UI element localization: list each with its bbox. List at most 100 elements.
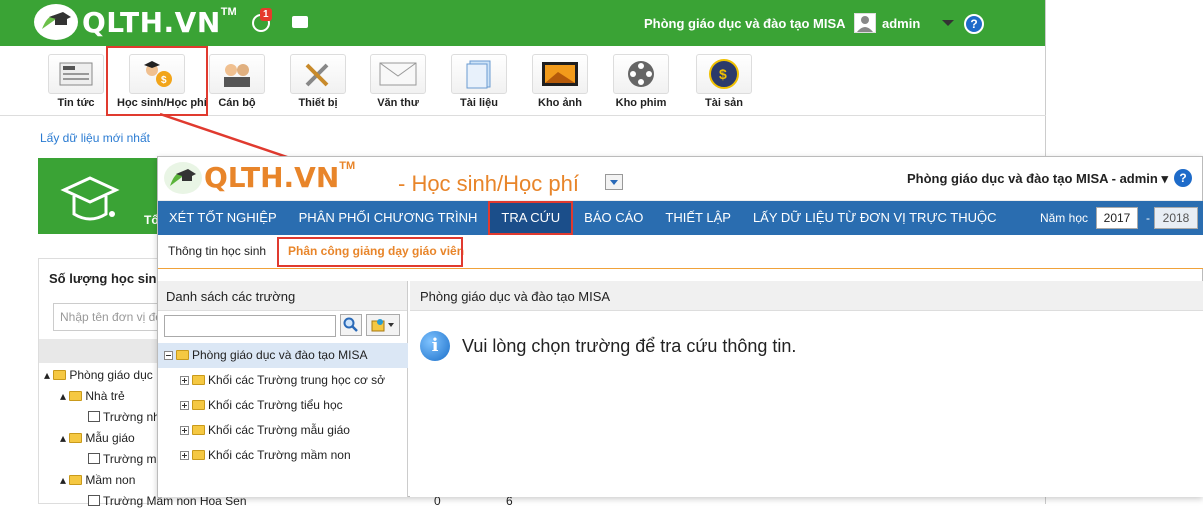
module-staff[interactable]: Cán bộ	[197, 54, 277, 109]
search-button[interactable]	[340, 314, 362, 336]
dashboard-tile[interactable]	[38, 158, 158, 234]
school-icon	[88, 411, 100, 422]
school-icon	[88, 453, 100, 464]
tree-node[interactable]: ▴ Nhà trẻ	[60, 389, 125, 403]
photo-icon	[542, 62, 578, 86]
org-user-menu[interactable]: Phòng giáo dục và đào tạo MISA - admin ▾	[907, 171, 1168, 187]
school-year-to-field: 2018	[1154, 207, 1198, 229]
folder-icon	[69, 433, 83, 443]
tree-node[interactable]: Khối các Trường tiểu học	[158, 393, 408, 418]
graduation-cap-icon	[60, 176, 120, 221]
tree-node-root[interactable]: Phòng giáo dục và đào tạo MISA	[158, 343, 408, 368]
trademark: TM	[339, 159, 356, 172]
tab-student-info[interactable]: Thông tin học sinh	[168, 244, 266, 258]
module-mail[interactable]: Văn thư	[358, 54, 438, 109]
logo-text: QLTH.VN	[82, 5, 221, 39]
graduation-cap-logo-icon	[34, 4, 78, 40]
expand-icon[interactable]	[180, 376, 189, 385]
folder-icon	[69, 391, 83, 401]
module-photos[interactable]: Kho ảnh	[520, 54, 600, 109]
folder-icon	[53, 370, 67, 380]
subtab-highlight-box	[277, 237, 463, 267]
filter-dropdown-button[interactable]	[366, 314, 400, 336]
module-header: QLTH.VN TM - Học sinh/Học phí Phòng giáo…	[158, 157, 1202, 201]
expand-icon[interactable]	[180, 426, 189, 435]
user-menu-caret-icon[interactable]	[942, 20, 954, 26]
tools-icon	[305, 63, 329, 87]
module-assets[interactable]: $ Tài sản	[684, 54, 764, 109]
tree-node[interactable]: Trường mẫ	[88, 452, 163, 466]
search-icon	[343, 317, 358, 332]
folder-icon	[192, 425, 205, 435]
lookup-content-panel: Phòng giáo dục và đào tạo MISA i Vui lòn…	[410, 281, 1203, 497]
trademark: TM	[220, 6, 237, 18]
app-logo[interactable]: QLTH.VN TM	[164, 159, 356, 194]
school-icon	[88, 495, 100, 506]
school-filter-icon	[371, 319, 394, 332]
help-icon[interactable]: ?	[1174, 169, 1192, 187]
year-separator: -	[1146, 211, 1150, 225]
nav-curriculum[interactable]: PHÂN PHỐI CHƯƠNG TRÌNH	[288, 201, 489, 235]
folder-icon	[176, 350, 189, 360]
panel-header-row	[39, 339, 159, 363]
tree-node[interactable]: Khối các Trường mẫu giáo	[158, 418, 408, 443]
selected-unit-title: Phòng giáo dục và đào tạo MISA	[410, 281, 1203, 311]
mail-icon	[379, 62, 417, 86]
info-message-text: Vui lòng chọn trường để tra cứu thông ti…	[462, 335, 797, 356]
nav-lookup[interactable]: TRA CỨU	[488, 201, 574, 235]
expand-icon[interactable]	[180, 401, 189, 410]
school-list-panel: Danh sách các trường Phòng giáo dục và đ…	[158, 281, 408, 497]
module-equipment[interactable]: Thiết bị	[278, 54, 358, 109]
tree-node[interactable]: ▴ Phòng giáo dục	[44, 368, 153, 382]
nav-reports[interactable]: BÁO CÁO	[573, 201, 654, 235]
nav-settings[interactable]: THIẾT LẬP	[654, 201, 742, 235]
org-name: Phòng giáo dục và đào tạo MISA	[644, 16, 846, 31]
asset-icon: $	[709, 59, 739, 89]
school-tree: Phòng giáo dục và đào tạo MISA Khối các …	[158, 343, 408, 468]
tree-node[interactable]: ▴ Mẫu giáo	[60, 431, 135, 445]
logo-text: QLTH.VN	[204, 161, 340, 194]
refresh-data-link[interactable]: Lấy dữ liệu mới nhất	[40, 131, 150, 145]
info-icon: i	[420, 331, 450, 361]
svg-text:$: $	[719, 66, 727, 82]
module-films[interactable]: Kho phim	[601, 54, 681, 109]
unit-search-input[interactable]: Nhập tên đơn vị để	[53, 303, 163, 331]
film-reel-icon	[628, 61, 654, 87]
avatar[interactable]	[854, 13, 876, 33]
folder-icon	[192, 375, 205, 385]
nav-fetch-data[interactable]: LẤY DỮ LIỆU TỪ ĐƠN VỊ TRỰC THUỘC	[742, 201, 1008, 235]
school-year-label: Năm học	[1039, 211, 1088, 225]
module-highlight-box	[106, 46, 208, 116]
tree-node[interactable]: Trường nh	[88, 410, 160, 424]
school-search-input[interactable]	[164, 315, 336, 337]
collapse-icon[interactable]	[164, 351, 173, 360]
newspaper-icon	[59, 62, 93, 86]
tree-node[interactable]: ▴ Mầm non	[60, 473, 135, 487]
top-header: QLTH.VN TM 1 Phòng giáo dục và đào tạo M…	[0, 0, 1045, 46]
tree-node[interactable]: Khối các Trường trung học cơ sở	[158, 368, 408, 393]
graduation-cap-logo-icon	[164, 161, 202, 194]
info-message: i Vui lòng chọn trường để tra cứu thông …	[420, 331, 796, 361]
document-icon	[466, 60, 491, 89]
help-icon[interactable]: ?	[964, 14, 984, 34]
school-year-from-input[interactable]: 2017	[1096, 207, 1138, 229]
app-logo[interactable]: QLTH.VN TM	[34, 4, 237, 40]
folder-icon	[192, 450, 205, 460]
tree-node[interactable]: Khối các Trường mầm non	[158, 443, 408, 468]
module-documents[interactable]: Tài liệu	[439, 54, 519, 109]
module-news[interactable]: Tin tức	[36, 54, 116, 109]
foreground-window: QLTH.VN TM - Học sinh/Học phí Phòng giáo…	[157, 156, 1203, 497]
user-name[interactable]: admin	[882, 16, 920, 31]
chat-icon[interactable]	[292, 16, 308, 28]
sub-tabs: Thông tin học sinh Phân công giảng dạy g…	[158, 235, 1203, 269]
nav-graduation[interactable]: XÉT TỐT NGHIỆP	[158, 201, 288, 235]
notification-badge: 1	[260, 8, 272, 21]
panel-title: Số lượng học sinh	[49, 271, 165, 286]
expand-icon[interactable]	[180, 451, 189, 460]
folder-icon	[69, 475, 83, 485]
module-title: - Học sinh/Học phí	[398, 171, 579, 196]
staff-icon	[224, 64, 250, 87]
folder-icon	[192, 400, 205, 410]
school-list-title: Danh sách các trường	[158, 281, 407, 311]
module-switch-dropdown[interactable]	[605, 174, 623, 190]
